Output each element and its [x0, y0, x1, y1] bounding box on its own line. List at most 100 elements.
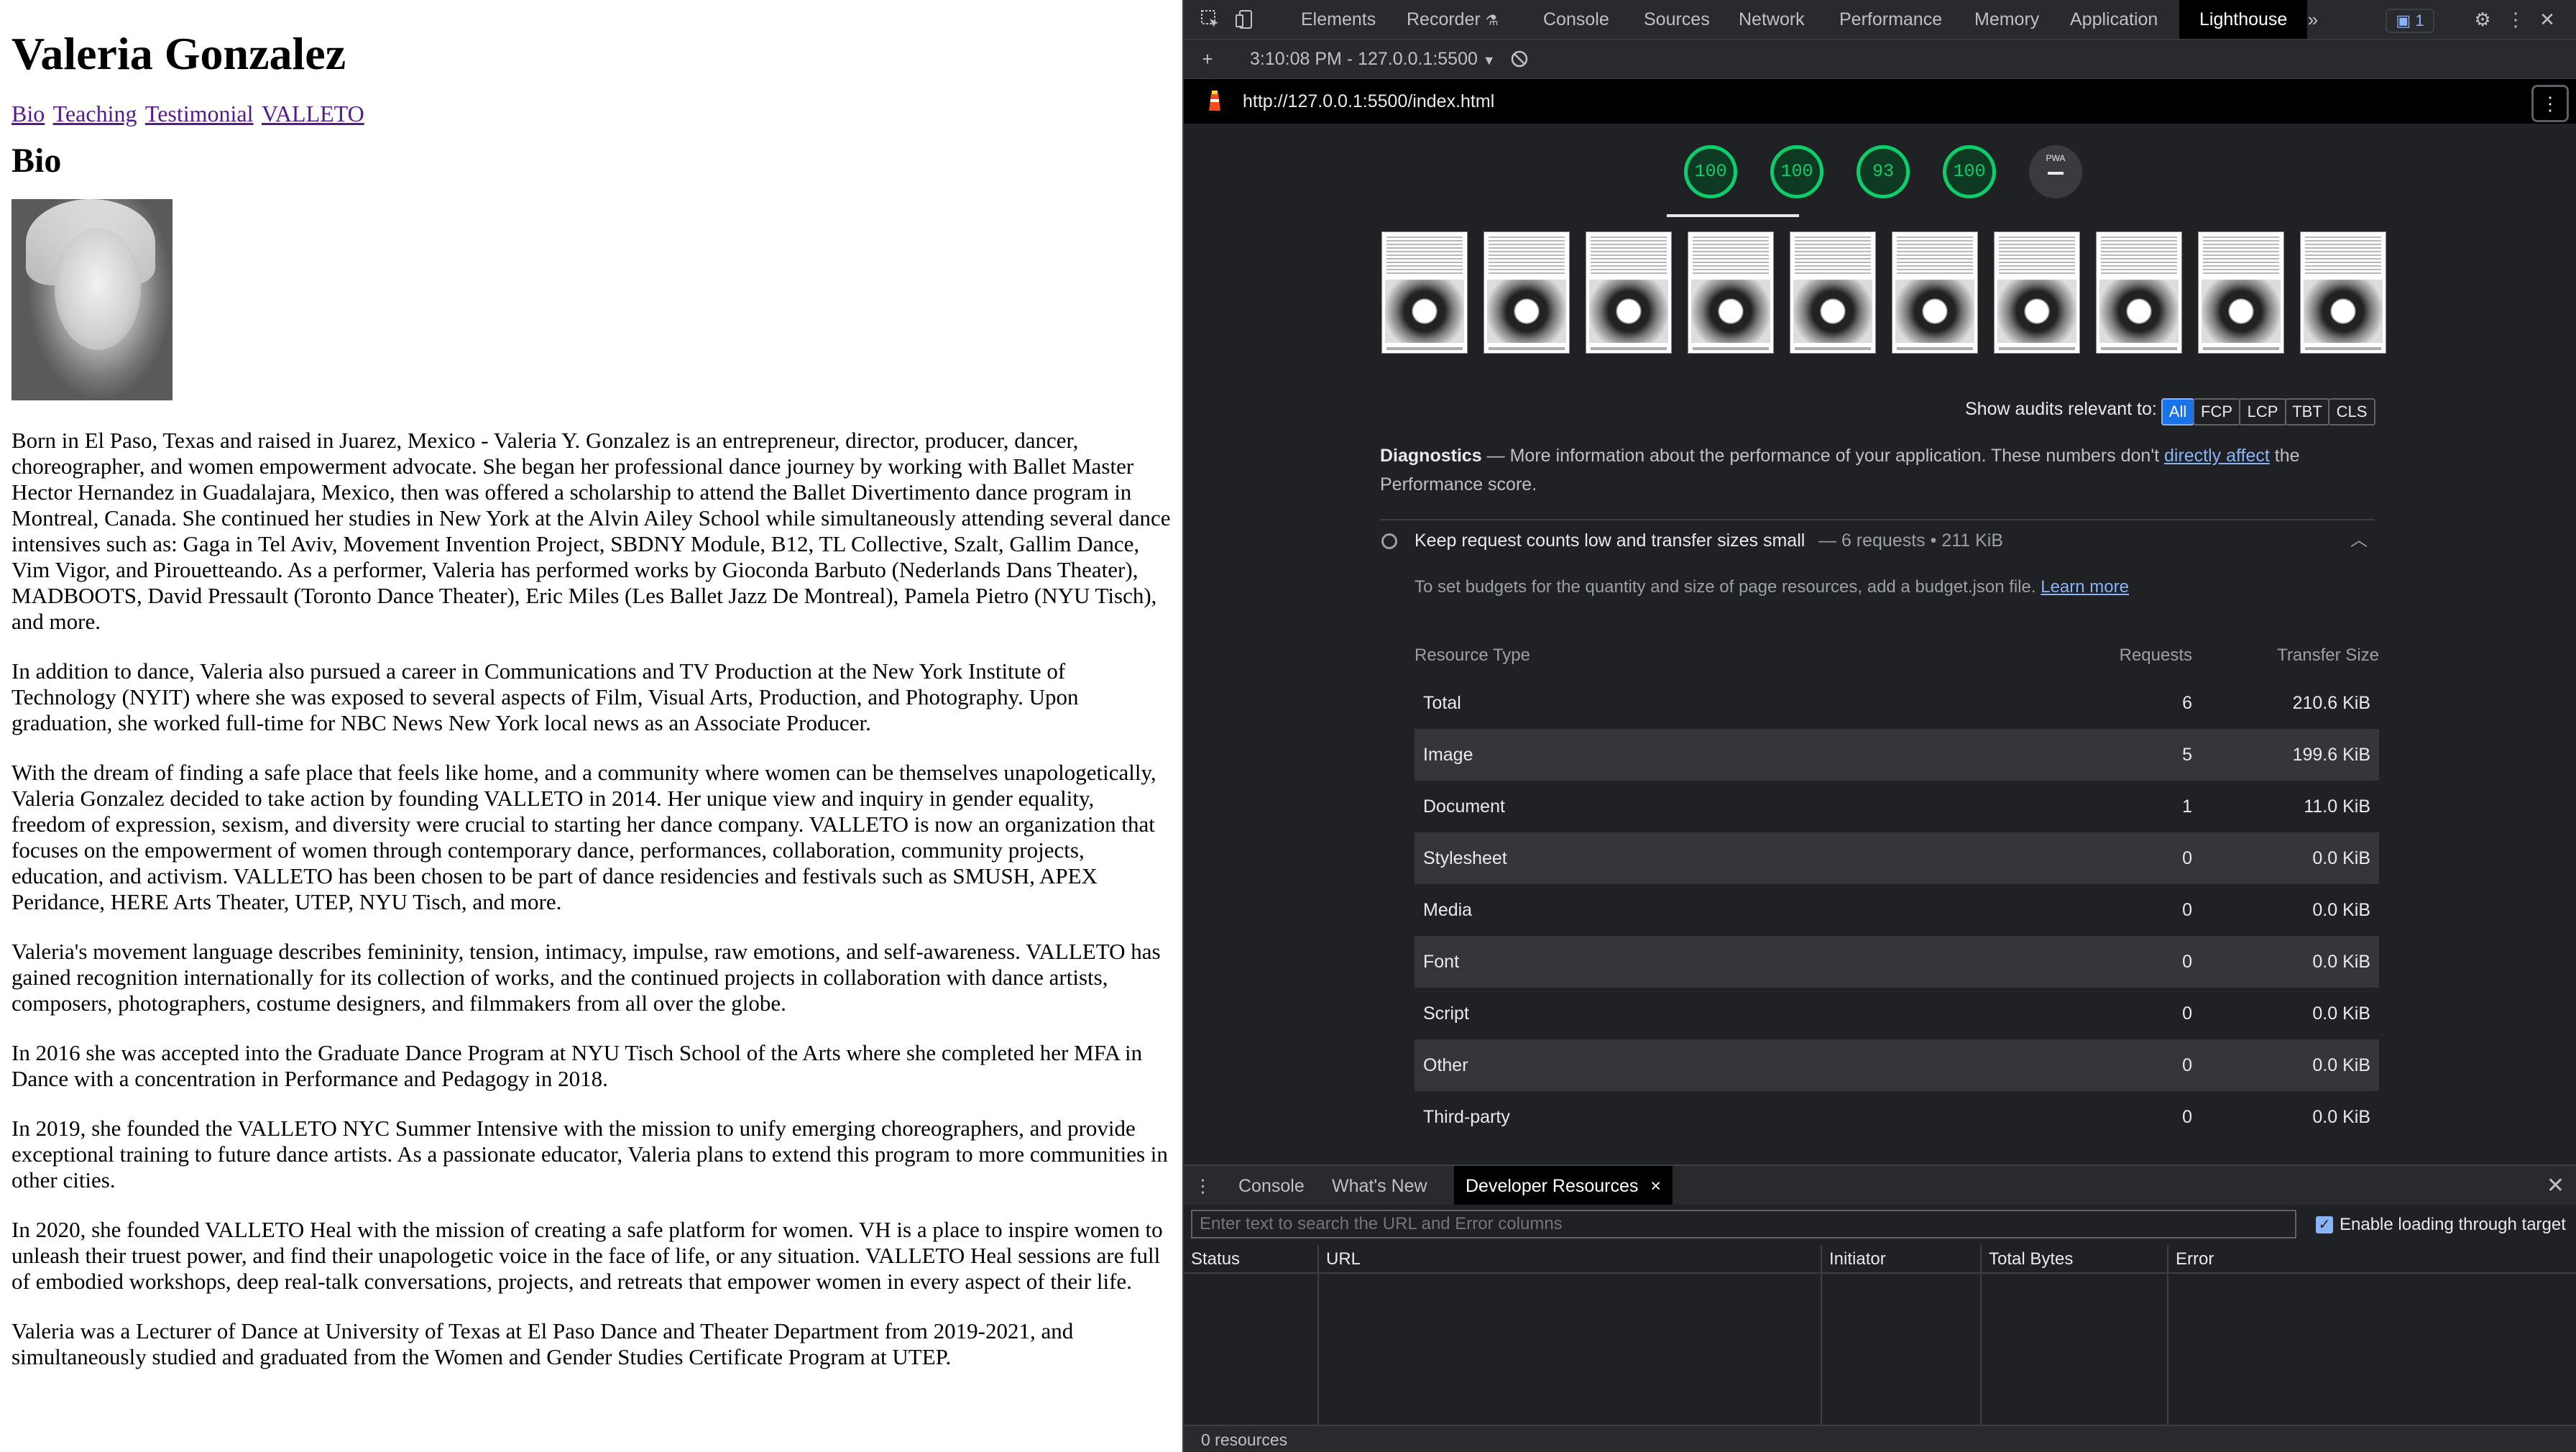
close-tab-icon[interactable]: ×: [1650, 1176, 1661, 1196]
tab-performance[interactable]: Performance: [1839, 0, 1942, 39]
issues-badge[interactable]: ▣ 1: [2386, 9, 2434, 33]
chip-tbt[interactable]: TBT: [2285, 398, 2329, 426]
cell-type: Other: [1423, 1055, 1468, 1075]
cell-type: Total: [1423, 693, 1461, 713]
cell-requests: 0: [2182, 900, 2192, 920]
tab-elements[interactable]: Elements: [1301, 0, 1376, 39]
drawer-tab-bar: ⋮ Console What's New Developer Resources…: [1184, 1164, 2576, 1206]
table-row: Script 0 0.0 KiB: [1414, 988, 2379, 1039]
column-total-bytes[interactable]: Total Bytes: [1982, 1245, 2167, 1274]
nav-link-valleto[interactable]: VALLETO: [262, 101, 364, 127]
report-url: http://127.0.0.1:5500/index.html: [1243, 91, 1495, 111]
flask-icon: ⚗: [1485, 13, 1499, 29]
device-toolbar-icon[interactable]: [1234, 9, 1256, 30]
cell-size: 0.0 KiB: [2312, 1003, 2370, 1024]
drawer-tab-console[interactable]: Console: [1238, 1166, 1305, 1206]
table-row: Image 5 199.6 KiB: [1414, 729, 2379, 781]
tab-memory[interactable]: Memory: [1974, 0, 2039, 39]
kebab-menu-icon[interactable]: ⋮: [2505, 9, 2526, 30]
tab-console[interactable]: Console: [1543, 0, 1609, 39]
filmstrip-frame: [2300, 231, 2386, 354]
tab-network[interactable]: Network: [1739, 0, 1805, 39]
report-selector[interactable]: 3:10:08 PM - 127.0.0.1:5500 ▼: [1250, 40, 1496, 80]
drawer-status-bar: 0 resources: [1184, 1425, 2576, 1452]
chip-all[interactable]: All: [2161, 398, 2194, 426]
drawer-tab-whats-new[interactable]: What's New: [1332, 1166, 1427, 1206]
tab-application[interactable]: Application: [2070, 0, 2158, 39]
cell-requests: 0: [2182, 952, 2192, 972]
report-menu-icon[interactable]: ⋮: [2531, 85, 2569, 122]
drawer-menu-icon[interactable]: ⋮: [1194, 1166, 1212, 1206]
pwa-label: PWA: [2046, 153, 2066, 163]
clear-icon[interactable]: [1509, 48, 1530, 70]
lighthouse-logo-icon: [1205, 91, 1224, 112]
nav-link-bio[interactable]: Bio: [12, 101, 45, 127]
drawer-tab-developer-resources[interactable]: Developer Resources ×: [1454, 1166, 1673, 1206]
performance-score-gauge[interactable]: 100: [1684, 145, 1737, 198]
nav-link-testimonial[interactable]: Testimonial: [145, 101, 254, 127]
audit-status-icon: [1381, 533, 1397, 549]
accessibility-score-gauge[interactable]: 100: [1770, 145, 1823, 198]
cell-type: Font: [1423, 952, 1460, 972]
chip-cls[interactable]: CLS: [2328, 398, 2375, 426]
filmstrip-frame: [1688, 231, 1774, 354]
column-divider: [2167, 1245, 2168, 1425]
audit-summary: — 6 requests • 211 KiB: [1818, 530, 2004, 551]
table-row: Third-party 0 0.0 KiB: [1414, 1091, 2379, 1143]
learn-more-link[interactable]: Learn more: [2041, 577, 2129, 597]
bio-paragraph: In 2016 she was accepted into the Gradua…: [12, 1039, 1143, 1091]
directly-affect-link[interactable]: directly affect: [2164, 446, 2270, 466]
web-page: Valeria Gonzalez Bio Teaching Testimonia…: [0, 0, 1182, 1452]
best-practices-score-gauge[interactable]: 93: [1857, 145, 1910, 198]
column-divider: [1821, 1245, 1822, 1425]
inspect-element-icon[interactable]: [1200, 9, 1221, 30]
close-icon[interactable]: ✕: [2536, 9, 2558, 30]
tab-recorder-label: Recorder: [1407, 9, 1481, 29]
diagnostics-title: Diagnostics: [1380, 446, 1482, 466]
pwa-gauge[interactable]: PWA: [2029, 145, 2082, 198]
score-gauges: 100 100 93 100 PWA: [1184, 124, 2576, 219]
filmstrip-frame: [1484, 231, 1570, 354]
lighthouse-report-body: Show audits relevant to: All FCP LCP TBT…: [1184, 217, 2576, 1164]
column-url[interactable]: URL: [1319, 1245, 1821, 1274]
drawer-filter-bar: ✓ Enable loading through target: [1184, 1205, 2576, 1246]
table-row: Other 0 0.0 KiB: [1414, 1039, 2379, 1091]
nav-link-teaching[interactable]: Teaching: [53, 101, 137, 127]
gear-icon[interactable]: ⚙: [2472, 9, 2493, 30]
seo-score-gauge[interactable]: 100: [1943, 145, 1996, 198]
diagnostics-dash: —: [1486, 446, 1505, 466]
bio-paragraph: Valeria's movement language describes fe…: [12, 938, 1161, 1016]
table-row: Total 6 210.6 KiB: [1414, 677, 2379, 729]
checkbox-checked-icon[interactable]: ✓: [2316, 1216, 2333, 1233]
chevron-up-icon[interactable]: ︿: [2350, 520, 2368, 561]
bio-paragraph: Born in El Paso, Texas and raised in Jua…: [12, 427, 1171, 634]
column-initiator[interactable]: Initiator: [1822, 1245, 1980, 1274]
audit-resource-summary[interactable]: Keep request counts low and transfer siz…: [1380, 519, 2375, 561]
bio-paragraph: In 2019, she founded the VALLETO NYC Sum…: [12, 1115, 1168, 1193]
tab-lighthouse[interactable]: Lighthouse: [2179, 0, 2308, 39]
url-error-search-input[interactable]: [1191, 1210, 2296, 1239]
budget-hint: To set budgets for the quantity and size…: [1414, 576, 2129, 598]
filmstrip-frame: [1790, 231, 1876, 354]
cell-requests: 1: [2182, 796, 2192, 817]
chip-lcp[interactable]: LCP: [2239, 398, 2286, 426]
cell-requests: 0: [2182, 1107, 2192, 1127]
column-status[interactable]: Status: [1184, 1245, 1317, 1274]
close-drawer-icon[interactable]: ✕: [2547, 1166, 2564, 1206]
tab-sources[interactable]: Sources: [1644, 0, 1710, 39]
chip-fcp[interactable]: FCP: [2193, 398, 2240, 426]
more-tabs-icon[interactable]: »: [2302, 9, 2324, 30]
report-url-bar: http://127.0.0.1:5500/index.html ⋮: [1184, 79, 2576, 124]
filmstrip-frame: [2096, 231, 2182, 354]
cell-requests: 5: [2182, 745, 2192, 765]
resource-summary-table: Resource Type Requests Transfer Size Tot…: [1414, 634, 2379, 1143]
table-row: Document 1 11.0 KiB: [1414, 781, 2379, 832]
column-requests: Requests: [2119, 645, 2192, 665]
table-row: Stylesheet 0 0.0 KiB: [1414, 832, 2379, 884]
cell-type: Third-party: [1423, 1107, 1510, 1127]
new-report-icon[interactable]: +: [1197, 48, 1218, 70]
column-error[interactable]: Error: [2168, 1245, 2576, 1274]
budget-text: To set budgets for the quantity and size…: [1414, 577, 2036, 597]
tab-recorder[interactable]: Recorder ⚗: [1407, 0, 1499, 39]
cell-type: Stylesheet: [1423, 848, 1507, 868]
